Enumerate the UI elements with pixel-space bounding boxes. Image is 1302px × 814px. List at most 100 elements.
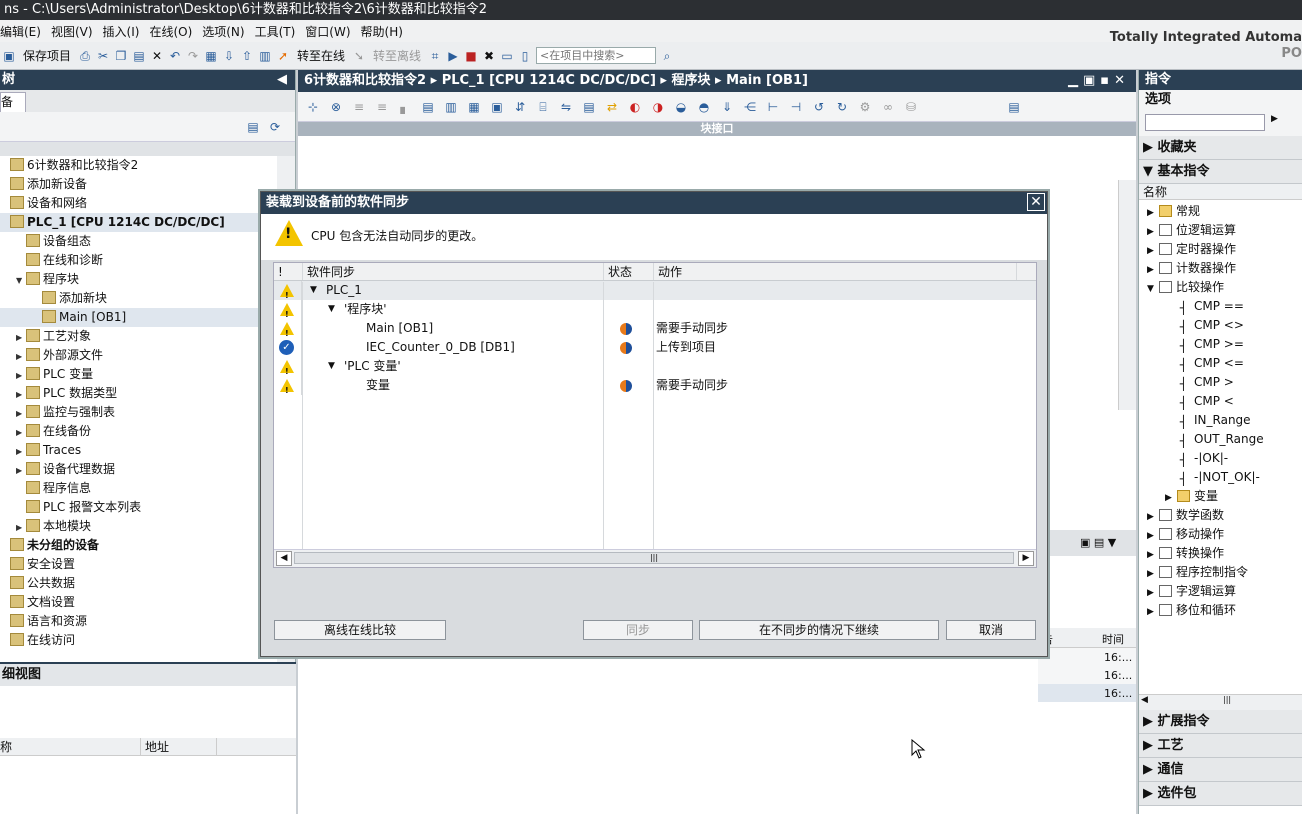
instruction-item[interactable]: ┤ IN_Range bbox=[1139, 411, 1302, 430]
tree-item[interactable]: ▶ Traces bbox=[0, 441, 277, 460]
collapsed-arrow-icon[interactable]: ▶ bbox=[16, 385, 26, 404]
copy-icon[interactable]: ❐ bbox=[114, 49, 128, 63]
tree-item[interactable]: 文档设置 bbox=[0, 593, 277, 612]
insert-row-icon[interactable]: ≡ bbox=[352, 100, 366, 114]
redo-icon[interactable]: ↷ bbox=[186, 49, 200, 63]
expanded-arrow-icon[interactable]: ▼ bbox=[310, 281, 317, 300]
communication-section[interactable]: ▶ 通信 bbox=[1139, 758, 1302, 782]
tab-devices[interactable]: 备 bbox=[0, 92, 26, 112]
instruction-item[interactable]: ▶ 数学函数 bbox=[1139, 506, 1302, 525]
tree-item[interactable]: 程序信息 bbox=[0, 479, 277, 498]
scroll-thumb[interactable]: ||| bbox=[294, 552, 1014, 564]
basic-instructions-section[interactable]: ▼ 基本指令 bbox=[1139, 160, 1302, 184]
menu-online[interactable]: 在线(O) bbox=[149, 23, 202, 40]
tree-item[interactable]: Main [OB1] bbox=[0, 308, 277, 327]
expanded-arrow-icon[interactable]: ▼ bbox=[16, 271, 26, 290]
close-networks-icon[interactable]: ▦ bbox=[467, 100, 481, 114]
collapsed-arrow-icon[interactable]: ▶ bbox=[16, 423, 26, 442]
append-row-icon[interactable]: ≡ bbox=[375, 100, 389, 114]
options-arrow-icon[interactable]: ▶ bbox=[1271, 114, 1278, 124]
window-controls-icon[interactable]: ▁▣▪✕ bbox=[1068, 70, 1130, 92]
instruction-item[interactable]: ▶ 程序控制指令 bbox=[1139, 563, 1302, 582]
instruction-item[interactable]: ▶ 变量 bbox=[1139, 487, 1302, 506]
tree-item[interactable]: ▶ 外部源文件 bbox=[0, 346, 277, 365]
tree-item[interactable]: ▶ 监控与强制表 bbox=[0, 403, 277, 422]
load-actual-icon[interactable]: ◓ bbox=[697, 100, 711, 114]
all-networks-icon[interactable]: ▤ bbox=[421, 100, 435, 114]
favorites-bar-icon[interactable]: ⌸ bbox=[536, 100, 550, 114]
step-icon[interactable]: ⊢ bbox=[766, 100, 780, 114]
continue-without-sync-button[interactable]: 在不同步的情况下继续 bbox=[699, 620, 939, 640]
collapsed-arrow-icon[interactable]: ▶ bbox=[16, 347, 26, 366]
tree-item[interactable]: 公共数据 bbox=[0, 574, 277, 593]
table-row[interactable]: ! ▼ '程序块' bbox=[274, 300, 1036, 319]
instruction-item[interactable]: ▼ 比较操作 bbox=[1139, 278, 1302, 297]
tools-icon[interactable]: ⚙ bbox=[858, 100, 872, 114]
undo-change-icon[interactable]: ↺ bbox=[812, 100, 826, 114]
instruction-item[interactable]: ┤ CMP <> bbox=[1139, 316, 1302, 335]
instruction-hscroll[interactable]: ◀ ||| bbox=[1139, 694, 1302, 710]
menu-view[interactable]: 视图(V) bbox=[51, 23, 103, 40]
table-row[interactable]: ! ▼ 'PLC 变量' bbox=[274, 357, 1036, 376]
monitor-icon[interactable]: ◐ bbox=[628, 100, 642, 114]
collapsed-arrow-icon[interactable]: ▶ bbox=[1147, 603, 1159, 622]
tree-item[interactable]: 在线和诊断 bbox=[0, 251, 277, 270]
split-horizontal-icon[interactable]: ▭ bbox=[500, 49, 514, 63]
collapsed-arrow-icon[interactable]: ▶ bbox=[16, 328, 26, 347]
delete-network-icon[interactable]: ⊗ bbox=[329, 100, 343, 114]
instruction-item[interactable]: ┤ CMP >= bbox=[1139, 335, 1302, 354]
load-start-icon[interactable]: ◒ bbox=[674, 100, 688, 114]
scroll-left-icon[interactable]: ◀ bbox=[276, 551, 292, 566]
go-online-icon[interactable]: ➚ bbox=[276, 49, 290, 63]
expanded-arrow-icon[interactable]: ▼ bbox=[328, 300, 335, 319]
cross-reference-icon[interactable]: ✖ bbox=[482, 49, 496, 63]
menu-help[interactable]: 帮助(H) bbox=[361, 23, 413, 40]
tree-item[interactable]: 设备和网络 bbox=[0, 194, 277, 213]
absolute-operands-icon[interactable]: ⇵ bbox=[513, 100, 527, 114]
tree-item[interactable]: ▶ PLC 数据类型 bbox=[0, 384, 277, 403]
go-offline-button[interactable]: 转至离线 bbox=[370, 47, 424, 64]
address-icon[interactable]: ⇋ bbox=[559, 100, 573, 114]
split-vertical-icon[interactable]: ▯ bbox=[518, 49, 532, 63]
show-comments-icon[interactable]: ▤ bbox=[582, 100, 596, 114]
sync-button[interactable]: 同步 bbox=[583, 620, 693, 640]
instruction-item[interactable]: ┤ -|NOT_OK|- bbox=[1139, 468, 1302, 487]
tree-item[interactable]: ▶ 本地模块 bbox=[0, 517, 277, 536]
editor-vscroll[interactable] bbox=[1118, 180, 1136, 410]
scroll-right-icon[interactable]: ▶ bbox=[1018, 551, 1034, 566]
download-icon[interactable]: ⇩ bbox=[222, 49, 236, 63]
print-icon[interactable]: ⎙ bbox=[78, 49, 92, 63]
download-block-icon[interactable]: ⇓ bbox=[720, 100, 734, 114]
sync-table-hscroll[interactable]: ◀ ||| ▶ bbox=[274, 549, 1036, 567]
col-action[interactable]: 动作 bbox=[658, 263, 682, 281]
collapse-panel-icon[interactable]: ◀ bbox=[277, 70, 287, 90]
instruction-item[interactable]: ▶ 字逻辑运算 bbox=[1139, 582, 1302, 601]
table-row[interactable]: ! 变量 需要手动同步 bbox=[274, 376, 1036, 395]
tree-item[interactable]: 添加新设备 bbox=[0, 175, 277, 194]
close-icon[interactable]: ✕ bbox=[1027, 193, 1045, 211]
inspector-window-icon[interactable]: ▣ ▤ ▼ bbox=[1080, 536, 1116, 549]
tree-item[interactable]: ▼ 程序块 bbox=[0, 270, 277, 289]
paste-icon[interactable]: ▤ bbox=[132, 49, 146, 63]
accessible-devices-icon[interactable]: ⌗ bbox=[428, 49, 442, 63]
stop-cpu-icon[interactable]: ■ bbox=[464, 49, 478, 63]
goto-error-icon[interactable]: ▖ bbox=[398, 100, 412, 114]
tree-item[interactable]: 未分组的设备 bbox=[0, 536, 277, 555]
collapsed-arrow-icon[interactable]: ▶ bbox=[16, 461, 26, 480]
table-row[interactable]: ! ▼ PLC_1 bbox=[274, 281, 1036, 300]
col-sync[interactable]: 软件同步 bbox=[307, 263, 355, 281]
open-networks-icon[interactable]: ▥ bbox=[444, 100, 458, 114]
comments-icon[interactable]: ▣ bbox=[490, 100, 504, 114]
snapshot-icon[interactable]: ⇄ bbox=[605, 100, 619, 114]
instruction-item[interactable]: ▶ 转换操作 bbox=[1139, 544, 1302, 563]
compare-icon[interactable]: ⋲ bbox=[743, 100, 757, 114]
redo-change-icon[interactable]: ↻ bbox=[835, 100, 849, 114]
expanded-arrow-icon[interactable]: ▼ bbox=[328, 357, 335, 376]
collapsed-arrow-icon[interactable]: ▶ bbox=[16, 366, 26, 385]
collapsed-arrow-icon[interactable]: ▶ bbox=[16, 442, 26, 461]
instruction-item[interactable]: ┤ CMP > bbox=[1139, 373, 1302, 392]
instruction-item[interactable]: ▶ 位逻辑运算 bbox=[1139, 221, 1302, 240]
favorites-section[interactable]: ▶ 收藏夹 bbox=[1139, 136, 1302, 160]
insert-network-icon[interactable]: ⊹ bbox=[306, 100, 320, 114]
tree-item[interactable]: ▶ 设备代理数据 bbox=[0, 460, 277, 479]
